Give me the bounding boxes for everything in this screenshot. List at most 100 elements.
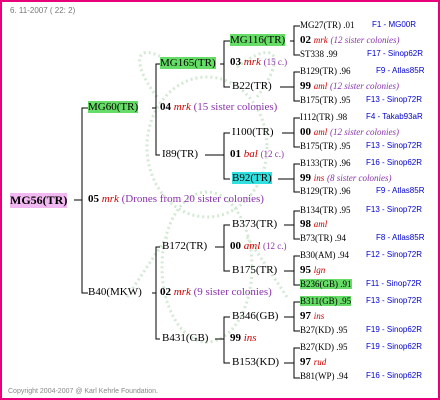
gen2-lower-queen[interactable]: B40(MKW) bbox=[88, 286, 142, 298]
gen5-src-1: F17 - Sinop62R bbox=[367, 49, 424, 58]
gen4-note-0: (12 sister colonies) bbox=[330, 35, 400, 45]
gen5-val-3: .95 bbox=[339, 95, 351, 105]
gen5-queen-14[interactable]: B27(KD) .95 bbox=[300, 342, 348, 352]
gen5-queen-5[interactable]: B175(TR) .95 bbox=[300, 141, 351, 151]
gen5-src-12: F13 - Sinop72R bbox=[366, 296, 423, 305]
gen5-queen-12[interactable]: B311(GB) .95 bbox=[300, 296, 352, 306]
gen4-queen-7[interactable]: B153(KD) bbox=[232, 356, 279, 368]
gen4-race-2: aml bbox=[313, 127, 328, 137]
gen5-val-13: .95 bbox=[336, 325, 348, 335]
gen4-year-5: 95 bbox=[300, 264, 311, 276]
gen5-queen-9[interactable]: B73(TR) .94 bbox=[300, 233, 346, 243]
gen5-queen-8[interactable]: B134(TR) .95 bbox=[300, 205, 351, 215]
gen5-queen-2[interactable]: B129(TR) .96 bbox=[300, 66, 351, 76]
gen5-val-14: .95 bbox=[336, 342, 348, 352]
root-year: 05 bbox=[88, 193, 99, 205]
gen5-queen-0[interactable]: MG27(TR) .01 bbox=[300, 20, 355, 30]
gen3-c-year: 00 bbox=[230, 240, 241, 252]
gen5-src-6: F16 - Sinop62R bbox=[366, 158, 423, 167]
gen4-queen-1[interactable]: B22(TR) bbox=[232, 80, 272, 92]
gen4-info-7: 97 rud bbox=[300, 356, 326, 368]
gen3-b-race: bal bbox=[243, 148, 258, 160]
gen4-year-1: 99 bbox=[300, 80, 311, 92]
gen4-year-4: 98 bbox=[300, 218, 311, 230]
gen3-d-race: ins bbox=[243, 332, 257, 344]
gen4-info-6: 97 ins bbox=[300, 310, 324, 322]
gen5-queen-3[interactable]: B175(TR) .95 bbox=[300, 95, 351, 105]
gen5-val-12: .95 bbox=[339, 296, 352, 306]
gen5-queen-11[interactable]: B236(GB) .91 bbox=[300, 279, 352, 289]
gen5-queen-10[interactable]: B30(AM) .94 bbox=[300, 250, 349, 260]
gen4-race-7: rud bbox=[313, 357, 327, 367]
gen3-a-info: 03 mrk (15 c.) bbox=[230, 56, 287, 68]
gen3-c-info: 00 aml (12 c.) bbox=[230, 240, 287, 252]
gen5-src-8: F13 - Sinop72R bbox=[366, 205, 423, 214]
gen3-b-note: (12 c.) bbox=[260, 149, 285, 159]
gen5-queen-13[interactable]: B27(KD) .95 bbox=[300, 325, 348, 335]
gen5-id-2: B129(TR) bbox=[300, 66, 337, 76]
gen5-queen-4[interactable]: I112(TR) .98 bbox=[300, 112, 347, 122]
gen2-lower-info: 02 mrk (9 sister colonies) bbox=[160, 286, 272, 298]
gen5-queen-6[interactable]: B133(TR) .96 bbox=[300, 158, 351, 168]
gen5-val-7: .96 bbox=[339, 186, 351, 196]
gen4-note-3: (8 sister colonies) bbox=[327, 173, 392, 183]
copyright-footer: Copyright 2004-2007 @ Karl Kehrle Founda… bbox=[8, 388, 158, 395]
gen4-race-0: mrk bbox=[313, 35, 328, 45]
gen3-a-race: mrk bbox=[243, 56, 261, 68]
gen5-id-11: B236(GB) bbox=[300, 279, 338, 289]
gen3-c-queen[interactable]: B172(TR) bbox=[162, 240, 207, 252]
gen3-a-note: (15 c.) bbox=[263, 57, 288, 67]
gen4-race-1: aml bbox=[313, 81, 328, 91]
gen4-queen-6[interactable]: B346(GB) bbox=[232, 310, 278, 322]
gen4-info-1: 99 aml (12 sister colonies) bbox=[300, 80, 399, 92]
gen5-src-3: F13 - Sinop72R bbox=[366, 95, 423, 104]
gen4-queen-5[interactable]: B175(TR) bbox=[232, 264, 277, 276]
gen3-c-race: aml bbox=[243, 240, 261, 252]
gen5-id-14: B27(KD) bbox=[300, 342, 334, 352]
gen2-upper-info: 04 mrk (15 sister colonies) bbox=[160, 101, 277, 113]
gen4-note-1: (12 sister colonies) bbox=[330, 81, 399, 91]
gen2-upper-queen[interactable]: MG60(TR) bbox=[88, 101, 139, 113]
gen4-race-6: ins bbox=[313, 311, 325, 321]
gen5-src-5: F13 - Sinop72R bbox=[366, 141, 423, 150]
gen3-d-queen[interactable]: B431(GB) bbox=[162, 332, 208, 344]
gen3-b-queen[interactable]: I89(TR) bbox=[162, 148, 198, 160]
gen5-val-10: .94 bbox=[337, 250, 349, 260]
gen4-queen-2[interactable]: I100(TR) bbox=[232, 126, 274, 138]
root-note: (Drones from 20 sister colonies) bbox=[121, 193, 264, 205]
gen2-lower-year: 02 bbox=[160, 286, 171, 298]
gen3-c-note: (12 c.) bbox=[263, 241, 287, 251]
gen4-race-3: ins bbox=[313, 173, 325, 183]
gen4-race-5: lgn bbox=[313, 265, 326, 275]
gen5-queen-7[interactable]: B129(TR) .96 bbox=[300, 186, 351, 196]
gen5-src-14: F19 - Sinop62R bbox=[366, 342, 423, 351]
gen5-src-0: F1 - MG00R bbox=[372, 20, 417, 29]
root-drone-info: 05 mrk (Drones from 20 sister colonies) bbox=[88, 193, 264, 205]
gen4-queen-0[interactable]: MG116(TR) bbox=[230, 34, 286, 46]
gen3-b-year: 01 bbox=[230, 148, 241, 160]
gen5-queen-1[interactable]: ST338 .99 bbox=[300, 49, 338, 59]
gen5-src-10: F12 - Sinop72R bbox=[366, 250, 423, 259]
gen2-upper-note: (15 sister colonies) bbox=[193, 101, 278, 113]
gen2-upper-race: mrk bbox=[173, 101, 191, 113]
gen4-queen-3[interactable]: B92(TR) bbox=[232, 172, 272, 184]
gen4-queen-4[interactable]: B373(TR) bbox=[232, 218, 277, 230]
gen4-year-7: 97 bbox=[300, 356, 311, 368]
gen5-val-15: .94 bbox=[336, 371, 348, 381]
gen5-src-13: F19 - Sinop62R bbox=[366, 325, 423, 334]
gen5-id-15: B81(WP) bbox=[300, 371, 335, 381]
gen5-val-11: .91 bbox=[340, 279, 352, 289]
gen3-a-year: 03 bbox=[230, 56, 241, 68]
gen5-src-15: F16 - Sinop62R bbox=[366, 371, 423, 380]
gen2-lower-note: (9 sister colonies) bbox=[193, 286, 272, 298]
gen5-src-11: F11 - Sinop72R bbox=[366, 279, 422, 288]
gen5-queen-15[interactable]: B81(WP) .94 bbox=[300, 371, 348, 381]
gen3-a-queen[interactable]: MG165(TR) bbox=[160, 57, 216, 69]
gen5-id-12: B311(GB) bbox=[300, 296, 338, 306]
root-queen[interactable]: MG56(TR) bbox=[10, 193, 68, 208]
gen5-id-9: B73(TR) bbox=[300, 233, 333, 243]
gen5-val-1: .99 bbox=[326, 49, 338, 59]
gen5-src-2: F9 - Atlas85R bbox=[376, 66, 425, 75]
gen5-id-13: B27(KD) bbox=[300, 325, 334, 335]
gen5-src-9: F8 - Atlas85R bbox=[376, 233, 425, 242]
